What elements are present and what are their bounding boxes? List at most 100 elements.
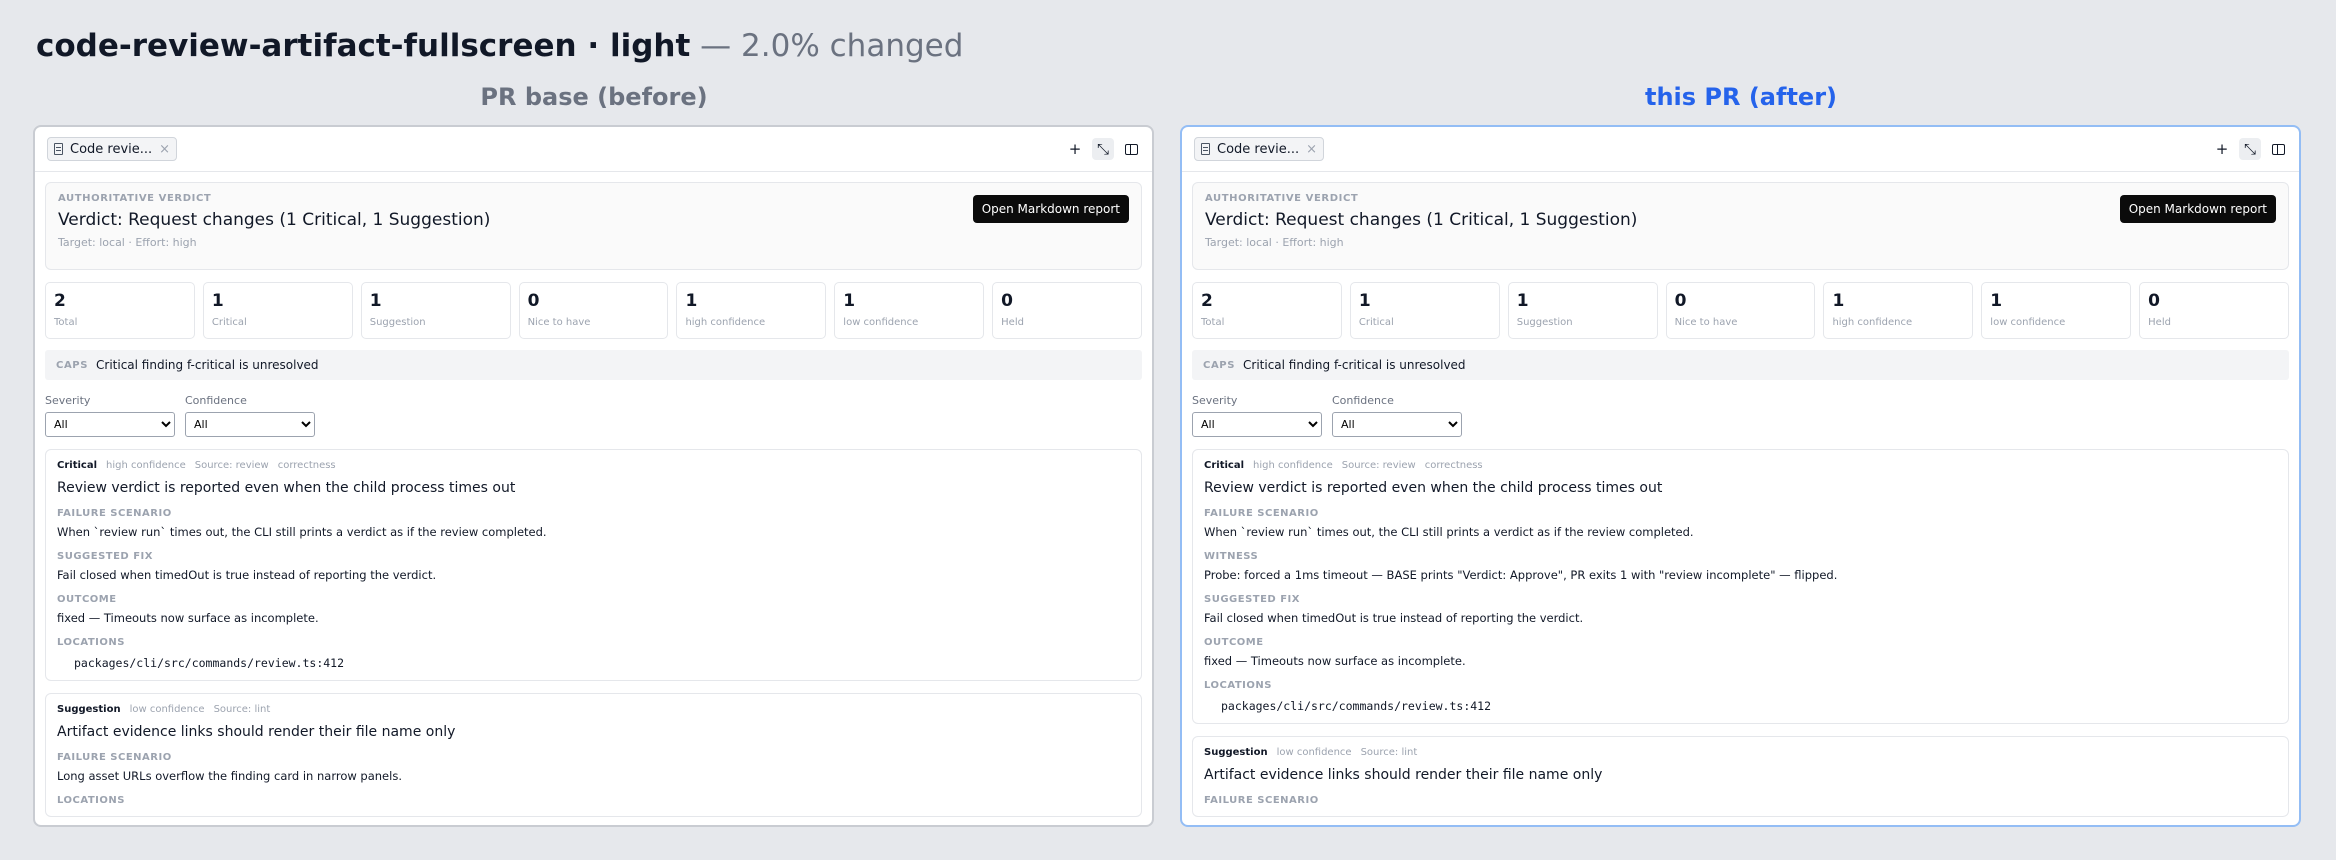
severity-filter: Severity All — [1192, 394, 1322, 437]
stat-held: 0 Held — [992, 282, 1143, 339]
location-path[interactable]: packages/cli/src/commands/review.ts:412 — [1204, 699, 2277, 713]
finding-severity: Suggestion — [1204, 747, 1268, 758]
tab-code-review[interactable]: Code revie... × — [47, 137, 177, 161]
exit-fullscreen-button[interactable]: ⤡ — [2239, 138, 2261, 160]
failure-scenario-heading: FAILURE SCENARIO — [57, 508, 172, 519]
stat-label: Nice to have — [527, 317, 591, 328]
finding-card-suggestion: Suggestion low confidence Source: lint A… — [45, 693, 1142, 817]
tab-actions: + ⤡ — [2211, 138, 2289, 160]
stat-number: 0 — [527, 291, 540, 311]
stat-number: 1 — [1990, 291, 2003, 311]
finding-confidence: low confidence — [129, 704, 205, 715]
locations-heading: LOCATIONS — [57, 637, 125, 648]
verdict-eyebrow: AUTHORITATIVE VERDICT — [1205, 193, 1359, 204]
stat-label: low confidence — [1990, 317, 2066, 328]
stat-held: 0 Held — [2139, 282, 2290, 339]
sidebar-icon — [1124, 143, 1138, 155]
after-column-label: this PR (after) — [1644, 83, 1837, 111]
stat-label: Held — [1001, 317, 1024, 328]
stat-critical: 1 Critical — [1349, 282, 1500, 339]
finding-card-critical: Critical high confidence Source: review … — [1192, 449, 2289, 724]
open-markdown-report-button[interactable]: Open Markdown report — [2119, 195, 2276, 223]
filters: Severity All Confidence All — [1192, 394, 2289, 437]
suggested-fix-heading: SUGGESTED FIX — [1204, 594, 1300, 605]
add-tab-button[interactable]: + — [1064, 138, 1086, 160]
finding-card-critical: Critical high confidence Source: review … — [45, 449, 1142, 681]
stat-total: 2 Total — [45, 282, 195, 339]
suggested-fix-heading: SUGGESTED FIX — [57, 551, 153, 562]
stat-nice-to-have: 0 Nice to have — [1665, 282, 1816, 339]
failure-scenario-text: Long asset URLs overflow the finding car… — [57, 769, 402, 783]
witness-text: Probe: forced a 1ms timeout — BASE print… — [1204, 568, 1838, 582]
stat-number: 1 — [211, 291, 224, 311]
confidence-select[interactable]: All — [1332, 412, 1462, 437]
stat-label: Critical — [211, 317, 247, 328]
finding-source: Source: lint — [213, 704, 271, 715]
review-content: AUTHORITATIVE VERDICT Verdict: Request c… — [35, 172, 1152, 817]
close-icon[interactable]: × — [1306, 142, 1317, 157]
stat-label: Suggestion — [1516, 317, 1573, 328]
verdict-card: AUTHORITATIVE VERDICT Verdict: Request c… — [45, 182, 1142, 270]
tab-bar: Code revie... × + ⤡ — [1182, 127, 2299, 172]
stat-critical: 1 Critical — [202, 282, 353, 339]
collapse-icon: ⤡ — [2243, 140, 2256, 158]
add-tab-button[interactable]: + — [2211, 138, 2233, 160]
tab-bar: Code revie... × + ⤡ — [35, 127, 1152, 172]
stats-row: 2 Total 1 Critical 1 Suggestion 0 Nice to ha… — [1192, 282, 2290, 339]
finding-meta: Critical high confidence Source: review … — [57, 460, 1130, 471]
finding-meta: Suggestion low confidence Source: lint — [1204, 747, 2277, 758]
outcome-text: fixed — Timeouts now surface as incomple… — [1204, 654, 1466, 668]
close-icon[interactable]: × — [159, 142, 170, 157]
witness-heading: WITNESS — [1204, 551, 1259, 562]
stat-number: 1 — [369, 291, 382, 311]
toggle-sidebar-button[interactable] — [2267, 138, 2289, 160]
verdict-eyebrow: AUTHORITATIVE VERDICT — [58, 193, 212, 204]
stat-number: 0 — [1001, 291, 1013, 311]
severity-filter-label: Severity — [1192, 394, 1238, 407]
stat-number: 1 — [843, 291, 856, 311]
stat-number: 1 — [1832, 291, 1845, 311]
suggested-fix-text: Fail closed when timedOut is true instea… — [1204, 611, 1584, 625]
locations-heading: LOCATIONS — [1204, 680, 1272, 691]
location-path[interactable]: packages/cli/src/commands/review.ts:412 — [57, 656, 1130, 670]
severity-select[interactable]: All — [45, 412, 175, 437]
open-markdown-report-button[interactable]: Open Markdown report — [972, 195, 1129, 223]
severity-filter: Severity All — [45, 394, 175, 437]
severity-select[interactable]: All — [1192, 412, 1322, 437]
stat-suggestion: 1 Suggestion — [1507, 282, 1658, 339]
filters: Severity All Confidence All — [45, 394, 1142, 437]
stat-low-confidence: 1 low confidence — [834, 282, 985, 339]
stat-label: Total — [54, 317, 78, 328]
finding-category: correctness — [277, 460, 336, 471]
caps-banner: CAPS Critical finding f-critical is unre… — [45, 350, 1142, 380]
after-panel: Code revie... × + ⤡ AUTHORITATIVE VERDIC… — [1180, 125, 2301, 827]
finding-title: Artifact evidence links should render th… — [1204, 767, 1603, 783]
tab-code-review[interactable]: Code revie... × — [1194, 137, 1324, 161]
review-content: AUTHORITATIVE VERDICT Verdict: Request c… — [1182, 172, 2299, 817]
finding-confidence: high confidence — [1253, 460, 1333, 471]
failure-scenario-text: When `review run` times out, the CLI sti… — [1204, 525, 1694, 539]
caps-text: Critical finding f-critical is unresolve… — [1243, 358, 1466, 372]
tab-label: Code revie... — [1217, 141, 1300, 157]
exit-fullscreen-button[interactable]: ⤡ — [1092, 138, 1114, 160]
before-panel: Code revie... × + ⤡ AUTHORITATIVE VERDIC… — [33, 125, 1154, 827]
confidence-select[interactable]: All — [185, 412, 315, 437]
stat-label: Nice to have — [1674, 317, 1738, 328]
finding-source: Source: lint — [1360, 747, 1418, 758]
stat-number: 1 — [1516, 291, 1529, 311]
toggle-sidebar-button[interactable] — [1120, 138, 1142, 160]
finding-meta: Critical high confidence Source: review … — [1204, 460, 2277, 471]
sidebar-icon — [2271, 143, 2285, 155]
failure-scenario-heading: FAILURE SCENARIO — [1204, 508, 1319, 519]
tab-actions: + ⤡ — [1064, 138, 1142, 160]
finding-title: Review verdict is reported even when the… — [57, 480, 516, 496]
verdict-target: Target: local · Effort: high — [58, 236, 197, 249]
stat-number: 0 — [1674, 291, 1687, 311]
stat-high-confidence: 1 high confidence — [1823, 282, 1974, 339]
caps-text: Critical finding f-critical is unresolve… — [96, 358, 319, 372]
finding-severity: Suggestion — [57, 704, 121, 715]
severity-filter-label: Severity — [45, 394, 91, 407]
confidence-filter-label: Confidence — [1332, 394, 1394, 407]
stat-label: low confidence — [843, 317, 919, 328]
stat-low-confidence: 1 low confidence — [1981, 282, 2132, 339]
